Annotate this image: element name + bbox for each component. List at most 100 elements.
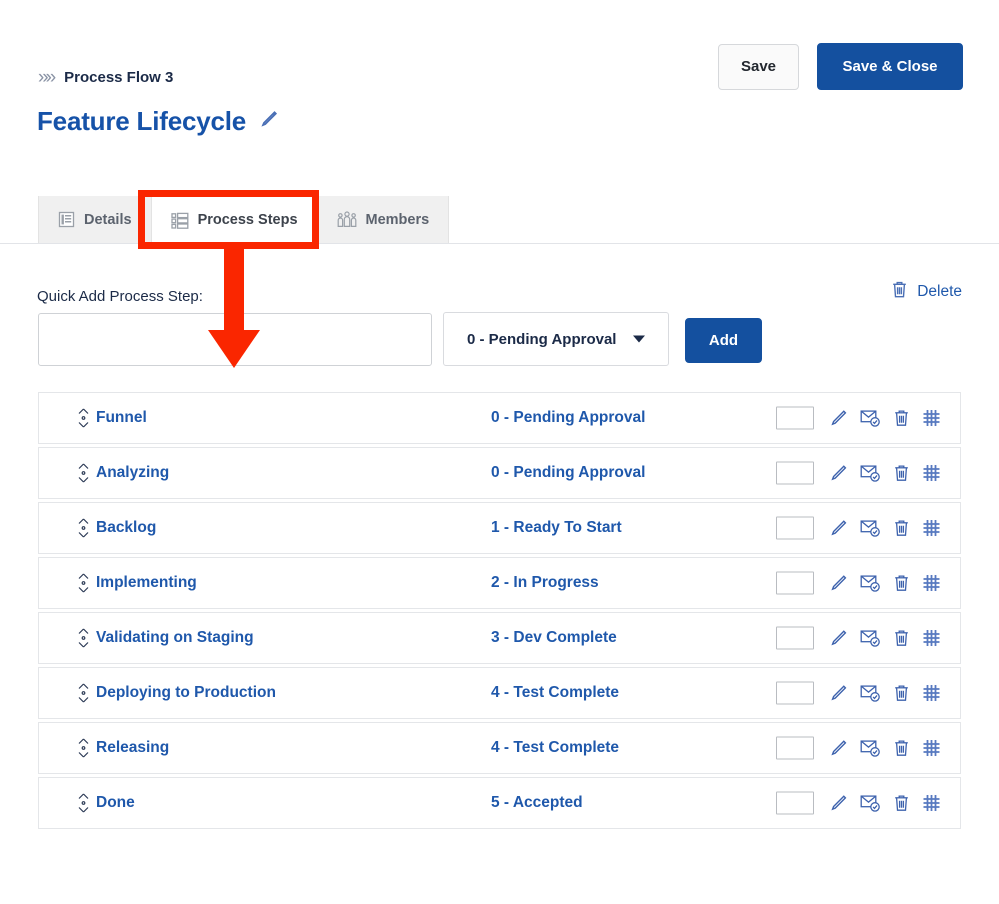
process-step-name[interactable]: Releasing [96, 739, 169, 757]
envelope-check-icon[interactable] [860, 409, 881, 428]
header-actions: Save Save & Close [718, 43, 963, 90]
save-and-close-button[interactable]: Save & Close [817, 43, 963, 90]
edit-pencil-icon[interactable] [829, 574, 848, 593]
trash-icon[interactable] [893, 684, 910, 703]
process-flow-page: »» Process Flow 3 Feature Lifecycle Save… [0, 0, 999, 904]
drag-updown-icon[interactable] [77, 793, 90, 814]
grid-hash-icon[interactable] [922, 464, 941, 483]
table-row: Releasing 4 - Test Complete [38, 722, 961, 774]
drag-updown-icon[interactable] [77, 408, 90, 429]
process-step-name[interactable]: Analyzing [96, 464, 169, 482]
envelope-check-icon[interactable] [860, 794, 881, 813]
row-actions [776, 791, 941, 815]
row-actions [776, 681, 941, 705]
row-value-input[interactable] [776, 736, 814, 760]
drag-updown-icon[interactable] [77, 683, 90, 704]
process-step-name[interactable]: Done [96, 794, 135, 812]
trash-icon[interactable] [893, 409, 910, 428]
row-actions [776, 626, 941, 650]
grid-hash-icon[interactable] [922, 574, 941, 593]
process-step-name[interactable]: Deploying to Production [96, 684, 276, 702]
table-row: Implementing 2 - In Progress [38, 557, 961, 609]
process-step-name[interactable]: Implementing [96, 574, 197, 592]
chevron-down-icon [633, 335, 645, 343]
quick-add-status-value: 0 - Pending Approval [467, 330, 617, 348]
process-step-status: 2 - In Progress [491, 574, 599, 591]
drag-updown-icon[interactable] [77, 628, 90, 649]
process-step-name[interactable]: Validating on Staging [96, 629, 254, 647]
process-step-status: 0 - Pending Approval [491, 464, 646, 481]
add-button[interactable]: Add [685, 318, 762, 363]
envelope-check-icon[interactable] [860, 519, 881, 538]
row-value-input[interactable] [776, 626, 814, 650]
edit-pencil-icon[interactable] [829, 519, 848, 538]
grid-hash-icon[interactable] [922, 629, 941, 648]
process-steps-list: Funnel 0 - Pending Approval Analyzing 0 … [38, 392, 961, 832]
table-row: Backlog 1 - Ready To Start [38, 502, 961, 554]
envelope-check-icon[interactable] [860, 464, 881, 483]
edit-pencil-icon[interactable] [829, 684, 848, 703]
tab-details[interactable]: Details [38, 196, 152, 243]
people-group-icon [337, 211, 357, 228]
drag-updown-icon[interactable] [77, 518, 90, 539]
quick-add-status-select[interactable]: 0 - Pending Approval [443, 312, 669, 366]
edit-pencil-icon[interactable] [829, 794, 848, 813]
process-step-name[interactable]: Backlog [96, 519, 156, 537]
breadcrumb-label: Process Flow 3 [64, 69, 174, 86]
process-step-status: 4 - Test Complete [491, 684, 620, 701]
row-value-input[interactable] [776, 461, 814, 485]
process-step-status: 4 - Test Complete [491, 739, 620, 756]
tab-members[interactable]: Members [317, 196, 450, 243]
row-value-input[interactable] [776, 406, 814, 430]
row-value-input[interactable] [776, 571, 814, 595]
edit-pencil-icon[interactable] [829, 464, 848, 483]
process-step-status: 5 - Accepted [491, 794, 583, 811]
row-value-input[interactable] [776, 791, 814, 815]
table-row: Validating on Staging 3 - Dev Complete [38, 612, 961, 664]
process-step-status: 3 - Dev Complete [491, 629, 617, 646]
envelope-check-icon[interactable] [860, 739, 881, 758]
page-header: »» Process Flow 3 Feature Lifecycle Save… [0, 0, 999, 150]
envelope-check-icon[interactable] [860, 574, 881, 593]
quick-add-input[interactable] [38, 313, 432, 366]
table-row: Done 5 - Accepted [38, 777, 961, 829]
pencil-icon[interactable] [257, 108, 279, 135]
delete-button[interactable]: Delete [891, 280, 962, 304]
trash-icon[interactable] [893, 629, 910, 648]
grid-hash-icon[interactable] [922, 519, 941, 538]
table-row: Funnel 0 - Pending Approval [38, 392, 961, 444]
envelope-check-icon[interactable] [860, 684, 881, 703]
breadcrumb[interactable]: »» Process Flow 3 [38, 68, 173, 87]
tab-process-steps[interactable]: Process Steps [151, 196, 318, 243]
row-actions [776, 516, 941, 540]
page-title: Feature Lifecycle [37, 106, 247, 136]
save-button[interactable]: Save [718, 43, 799, 90]
trash-icon[interactable] [893, 794, 910, 813]
row-actions [776, 571, 941, 595]
grid-hash-icon[interactable] [922, 794, 941, 813]
trash-icon[interactable] [893, 574, 910, 593]
trash-icon[interactable] [893, 519, 910, 538]
tab-members-label: Members [365, 211, 430, 228]
tabs: Details Process Steps Members [38, 196, 450, 243]
envelope-check-icon[interactable] [860, 629, 881, 648]
quick-add-label: Quick Add Process Step: [37, 288, 203, 305]
table-row: Deploying to Production 4 - Test Complet… [38, 667, 961, 719]
process-step-name[interactable]: Funnel [96, 409, 147, 427]
trash-icon[interactable] [893, 739, 910, 758]
drag-updown-icon[interactable] [77, 463, 90, 484]
page-title-row: Feature Lifecycle [37, 106, 279, 137]
row-value-input[interactable] [776, 681, 814, 705]
grid-hash-icon[interactable] [922, 739, 941, 758]
grid-hash-icon[interactable] [922, 684, 941, 703]
tab-process-steps-label: Process Steps [197, 212, 298, 228]
row-value-input[interactable] [776, 516, 814, 540]
delete-label: Delete [917, 283, 962, 300]
edit-pencil-icon[interactable] [829, 409, 848, 428]
edit-pencil-icon[interactable] [829, 629, 848, 648]
trash-icon[interactable] [893, 464, 910, 483]
grid-hash-icon[interactable] [922, 409, 941, 428]
edit-pencil-icon[interactable] [829, 739, 848, 758]
drag-updown-icon[interactable] [77, 573, 90, 594]
drag-updown-icon[interactable] [77, 738, 90, 759]
